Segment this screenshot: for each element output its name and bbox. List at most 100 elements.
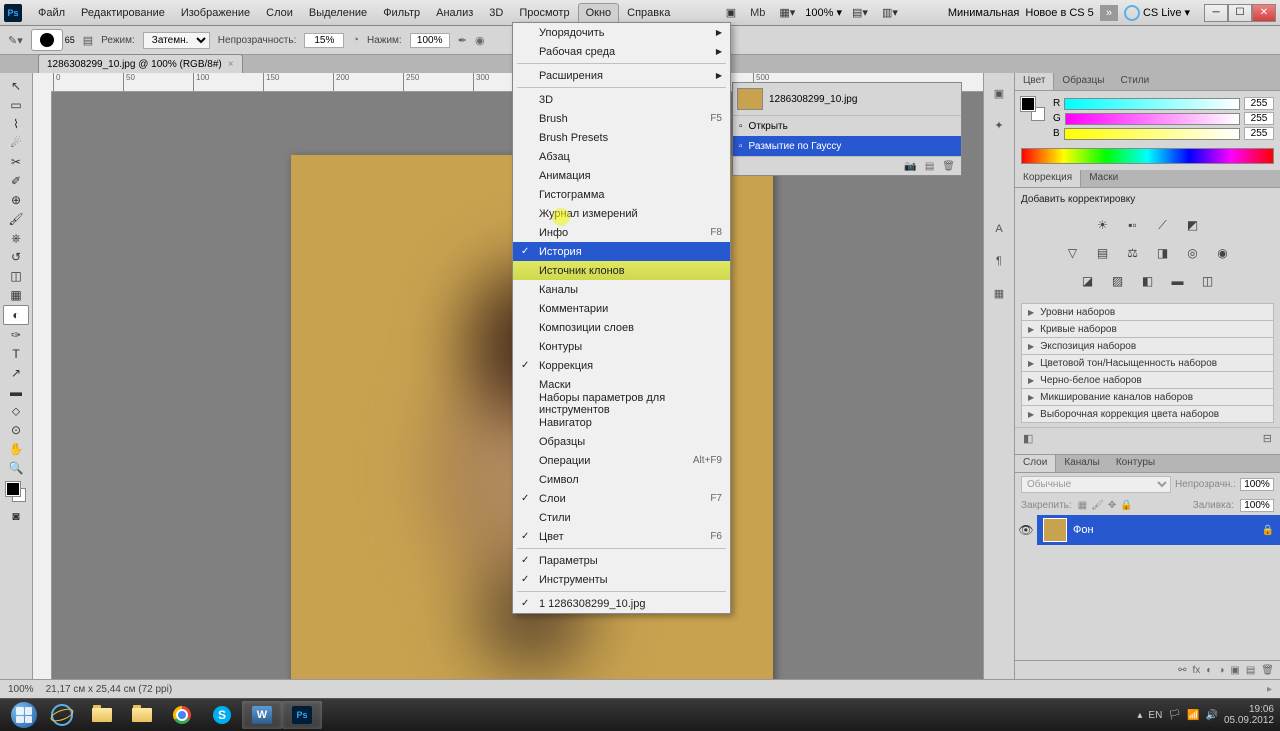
type-tool[interactable]: T: [4, 345, 28, 363]
menu-item-инструменты[interactable]: ✓Инструменты: [513, 570, 730, 589]
close-button[interactable]: ✕: [1252, 4, 1276, 22]
r-slider[interactable]: [1064, 98, 1240, 110]
link-layers-icon[interactable]: ⚯: [1178, 665, 1186, 676]
taskbar-folder2[interactable]: [122, 701, 162, 729]
foreground-color[interactable]: [6, 482, 20, 496]
adjustment-preset[interactable]: ▶Кривые наборов: [1021, 321, 1274, 338]
taskbar-photoshop[interactable]: Ps: [282, 701, 322, 729]
menu-редактирование[interactable]: Редактирование: [73, 3, 173, 23]
adj-foot-icon1[interactable]: ◧: [1023, 432, 1033, 445]
color-swatches[interactable]: [6, 482, 26, 502]
zoom-tool[interactable]: 🔍: [4, 459, 28, 477]
levels-icon[interactable]: ▪▫: [1122, 215, 1144, 235]
menu-фильтр[interactable]: Фильтр: [375, 3, 428, 23]
status-zoom[interactable]: 100%: [8, 684, 34, 695]
menu-item-навигатор[interactable]: Навигатор: [513, 413, 730, 432]
layer-opacity-input[interactable]: [1240, 478, 1274, 491]
paragraph-panel-icon[interactable]: ¶: [989, 251, 1009, 271]
marquee-tool[interactable]: ▭: [4, 96, 28, 114]
3d-tool[interactable]: ⬦: [4, 402, 28, 420]
workspace-more[interactable]: »: [1100, 5, 1118, 21]
wand-tool[interactable]: ☄: [4, 134, 28, 152]
history-snapshot-thumb[interactable]: [737, 88, 763, 110]
lock-position-icon[interactable]: ✥: [1108, 500, 1116, 511]
camera-tool[interactable]: ⊙: [4, 421, 28, 439]
group-icon[interactable]: ▣: [1230, 665, 1239, 676]
layer-row[interactable]: 👁 Фон 🔒: [1015, 515, 1280, 545]
menu-item-стили[interactable]: Стили: [513, 508, 730, 527]
menu-изображение[interactable]: Изображение: [173, 3, 258, 23]
view-icon-1[interactable]: ▤▾: [848, 4, 872, 21]
taskbar-explorer[interactable]: [82, 701, 122, 729]
menu-item-наборы-параметров-для-инструментов[interactable]: Наборы параметров для инструментов: [513, 394, 730, 413]
tab-color[interactable]: Цвет: [1015, 73, 1054, 90]
airbrush-icon[interactable]: ✒: [458, 34, 467, 47]
menu-item-каналы[interactable]: Каналы: [513, 280, 730, 299]
tablet-pressure-icon[interactable]: ◉: [475, 34, 485, 47]
workspace-new-cs5[interactable]: Новое в CS 5: [1025, 7, 1093, 19]
tool-preset-icon[interactable]: ✎▾: [8, 34, 23, 47]
taskbar-chrome[interactable]: [162, 701, 202, 729]
delete-layer-icon[interactable]: 🗑: [1261, 665, 1274, 676]
menu-item-анимация[interactable]: Анимация: [513, 166, 730, 185]
opacity-input[interactable]: [304, 33, 344, 48]
status-doc-info[interactable]: 21,17 см x 25,44 см (72 ppi): [46, 684, 173, 695]
start-button[interactable]: [6, 701, 42, 729]
history-new-icon[interactable]: ▤: [925, 161, 934, 172]
invert-icon[interactable]: ◪: [1077, 271, 1099, 291]
menu-справка[interactable]: Справка: [619, 3, 678, 23]
menu-item-рабочая-среда[interactable]: Рабочая среда▶: [513, 42, 730, 61]
menu-окно[interactable]: Окно: [578, 3, 620, 23]
menu-анализ[interactable]: Анализ: [428, 3, 481, 23]
menu-item-история[interactable]: ✓История: [513, 242, 730, 261]
tray-flag-icon[interactable]: 🏳: [1168, 710, 1181, 721]
view-icon-2[interactable]: ▥▾: [878, 4, 902, 21]
adj-foot-icon2[interactable]: ⊟: [1263, 432, 1272, 445]
menu-item-символ[interactable]: Символ: [513, 470, 730, 489]
menu-item-гистограмма[interactable]: Гистограмма: [513, 185, 730, 204]
mb-icon[interactable]: Mb: [746, 5, 769, 21]
menu-item-журнал-измерений[interactable]: Журнал измерений: [513, 204, 730, 223]
brush-panel-icon[interactable]: ▤: [83, 34, 93, 47]
menu-item-слои[interactable]: ✓СлоиF7: [513, 489, 730, 508]
lock-transparency-icon[interactable]: ▦: [1078, 500, 1087, 511]
flow-input[interactable]: [410, 33, 450, 48]
taskbar-word[interactable]: W: [242, 701, 282, 729]
history-panel-icon[interactable]: ▣: [989, 83, 1009, 103]
taskbar-skype[interactable]: S: [202, 701, 242, 729]
menu-выделение[interactable]: Выделение: [301, 3, 375, 23]
blend-mode-layers[interactable]: Обычные: [1021, 476, 1171, 493]
workspace-minimal[interactable]: Минимальная: [948, 7, 1020, 19]
lasso-tool[interactable]: ⌇: [4, 115, 28, 133]
curves-icon[interactable]: ⟋: [1152, 215, 1174, 235]
b-value[interactable]: [1244, 127, 1274, 140]
opacity-pressure-icon[interactable]: ◔: [352, 34, 359, 46]
menu-item-абзац[interactable]: Абзац: [513, 147, 730, 166]
pen-tool[interactable]: ✑: [4, 326, 28, 344]
menu-item-источник-клонов[interactable]: Источник клонов: [513, 261, 730, 280]
lock-pixels-icon[interactable]: 🖌: [1091, 500, 1104, 511]
tab-swatches[interactable]: Образцы: [1054, 73, 1112, 90]
adjustment-preset[interactable]: ▶Выборочная коррекция цвета наборов: [1021, 406, 1274, 423]
adjustment-preset[interactable]: ▶Уровни наборов: [1021, 303, 1274, 321]
tab-layers[interactable]: Слои: [1015, 455, 1056, 472]
blend-mode-select[interactable]: Затемн.: [143, 32, 210, 49]
cs-live-button[interactable]: CS Live▾: [1124, 5, 1190, 21]
stamp-tool[interactable]: ⎈: [4, 229, 28, 247]
menu-файл[interactable]: Файл: [30, 3, 73, 23]
g-value[interactable]: [1244, 112, 1274, 125]
tray-clock[interactable]: 19:06 05.09.2012: [1224, 704, 1274, 726]
menu-item-3d[interactable]: 3D: [513, 90, 730, 109]
eyedropper-tool[interactable]: ✐: [4, 172, 28, 190]
history-delete-icon[interactable]: 🗑: [942, 161, 955, 172]
healing-tool[interactable]: ⊕: [4, 191, 28, 209]
history-camera-icon[interactable]: 📷: [904, 161, 916, 172]
brush-preview[interactable]: [31, 29, 63, 51]
hand-tool[interactable]: ✋: [4, 440, 28, 458]
shape-tool[interactable]: ▬: [4, 383, 28, 401]
tab-paths[interactable]: Контуры: [1108, 455, 1163, 472]
bw-icon[interactable]: ◨: [1152, 243, 1174, 263]
tab-adjustments[interactable]: Коррекция: [1015, 170, 1081, 187]
menu-item-brush-presets[interactable]: Brush Presets: [513, 128, 730, 147]
new-layer-icon[interactable]: ▤: [1246, 665, 1255, 676]
